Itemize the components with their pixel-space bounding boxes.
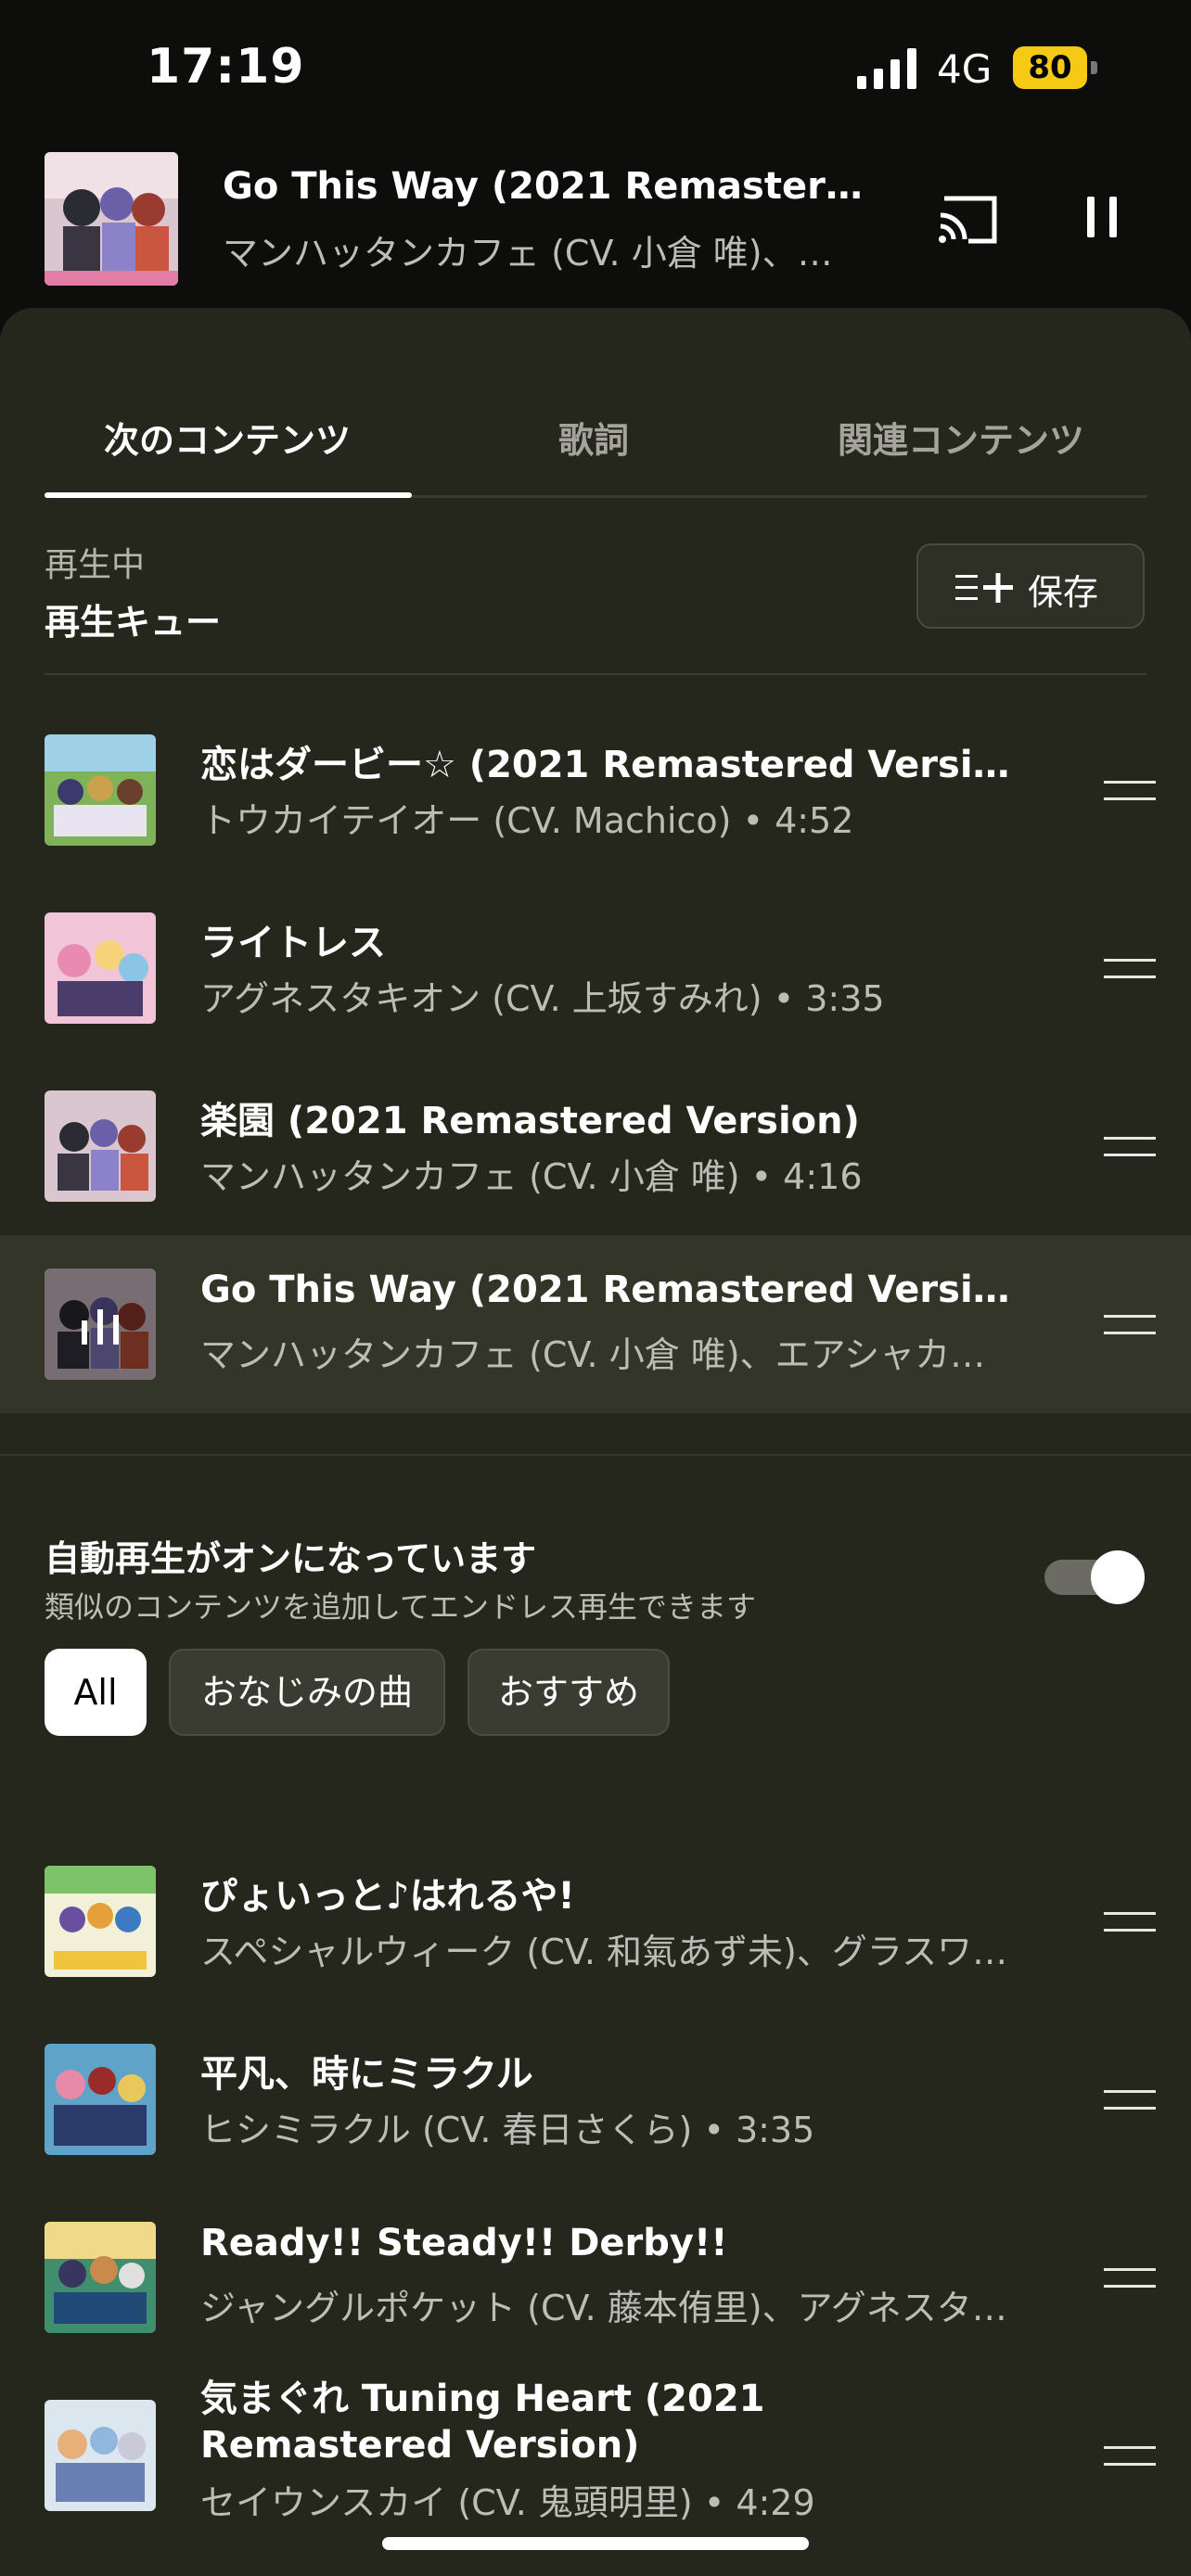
- autoplay-title: 自動再生がオンになっています: [45, 1538, 537, 1579]
- track-artwork: [45, 1090, 156, 1202]
- queue-item[interactable]: 恋はダービー☆ (2021 Remastered Version) トウカイテイ…: [0, 701, 1191, 879]
- drag-handle-icon[interactable]: [1104, 959, 1156, 979]
- track-title: Ready!! Steady!! Derby!!: [200, 2222, 728, 2264]
- track-artwork: [45, 2400, 156, 2511]
- autoplay-toggle[interactable]: [1044, 1550, 1145, 1604]
- queue-title: 再生キュー: [45, 602, 222, 643]
- track-subtitle: アグネスタキオン (CV. 上坂すみれ) • 3:35: [200, 978, 885, 1019]
- track-title: Go This Way (2021 Remastered Version): [200, 1269, 1017, 1311]
- drag-handle-icon[interactable]: [1104, 781, 1156, 801]
- track-title: 恋はダービー☆ (2021 Remastered Version): [200, 744, 1017, 786]
- autoplay-item[interactable]: ぴょいっと♪はれるや! スペシャルウィーク (CV. 和氣あず未)、グラスワンダ…: [0, 1832, 1191, 2010]
- track-subtitle: マンハッタンカフェ (CV. 小倉 唯)、エアシャカール (CV. 津田美波): [200, 1334, 1017, 1375]
- track-subtitle: ヒシミラクル (CV. 春日さくら) • 3:35: [200, 2110, 815, 2150]
- drag-handle-icon[interactable]: [1104, 2268, 1156, 2289]
- autoplay-item[interactable]: 気まぐれ Tuning Heart (2021 Remastered Versi…: [0, 2366, 1191, 2544]
- track-title: ぴょいっと♪はれるや!: [200, 1875, 575, 1918]
- queue-item[interactable]: 楽園 (2021 Remastered Version) マンハッタンカフェ (…: [0, 1057, 1191, 1235]
- chip-familiar[interactable]: おなじみの曲: [169, 1649, 445, 1736]
- pause-button[interactable]: [1083, 197, 1124, 243]
- track-artwork: [45, 1269, 156, 1380]
- chip-recommended[interactable]: おすすめ: [467, 1649, 670, 1736]
- playing-from-label: 再生中: [45, 546, 146, 584]
- battery-level: 80: [1013, 46, 1087, 89]
- track-title: ライトレス: [200, 922, 386, 964]
- status-time: 17:19: [147, 39, 305, 95]
- drag-handle-icon[interactable]: [1104, 1137, 1156, 1157]
- track-title: 楽園 (2021 Remastered Version): [200, 1100, 860, 1142]
- track-subtitle: スペシャルウィーク (CV. 和氣あず未)、グラスワンダー (CV. 前田玲奈): [200, 1932, 1017, 1972]
- track-title: 平凡、時にミラクル: [200, 2053, 533, 2096]
- track-subtitle: ジャングルポケット (CV. 藤本侑里)、アグネスタキオン (CV. 上坂すみれ…: [200, 2288, 1017, 2328]
- battery-icon: 80: [1013, 46, 1098, 91]
- mini-player-artist[interactable]: マンハッタンカフェ (CV. 小倉 唯)、エアシャカール (CV. 津田美波): [223, 224, 863, 275]
- tab-related[interactable]: 関連コンテンツ: [777, 412, 1145, 463]
- track-artwork: [45, 912, 156, 1024]
- add-to-playlist-icon: [955, 573, 1013, 603]
- queue-item-now-playing[interactable]: Go This Way (2021 Remastered Version) マン…: [0, 1235, 1191, 1413]
- queue-divider: [45, 673, 1146, 675]
- track-artwork: [45, 734, 156, 846]
- autoplay-item[interactable]: Ready!! Steady!! Derby!! ジャングルポケット (CV. …: [0, 2188, 1191, 2366]
- track-artwork: [45, 1866, 156, 1977]
- autoplay-divider: [0, 1454, 1191, 1456]
- track-title: 気まぐれ Tuning Heart (2021 Remastered Versi…: [200, 2378, 765, 2467]
- queue-item[interactable]: ライトレス アグネスタキオン (CV. 上坂すみれ) • 3:35: [0, 879, 1191, 1057]
- track-subtitle: セイウンスカイ (CV. 鬼頭明里) • 4:29: [200, 2482, 815, 2523]
- cast-icon[interactable]: [937, 193, 1000, 247]
- track-subtitle: トウカイテイオー (CV. Machico) • 4:52: [200, 800, 854, 841]
- autoplay-subtitle: 類似のコンテンツを追加してエンドレス再生できます: [45, 1589, 757, 1625]
- tab-up-next[interactable]: 次のコンテンツ: [45, 412, 410, 463]
- drag-handle-icon[interactable]: [1104, 1912, 1156, 1932]
- cellular-signal-icon: [857, 48, 916, 89]
- autoplay-item[interactable]: 平凡、時にミラクル ヒシミラクル (CV. 春日さくら) • 3:35: [0, 2010, 1191, 2188]
- tab-selected-indicator: [45, 492, 412, 498]
- save-button-label: 保存: [1028, 572, 1099, 613]
- track-artwork: [45, 2044, 156, 2155]
- equalizer-icon: [82, 1309, 119, 1345]
- mini-player-artwork[interactable]: [45, 152, 178, 286]
- drag-handle-icon[interactable]: [1104, 2090, 1156, 2111]
- chip-all[interactable]: All: [45, 1649, 147, 1736]
- network-type: 4G: [937, 46, 992, 92]
- track-artwork: [45, 2222, 156, 2333]
- drag-handle-icon[interactable]: [1104, 2446, 1156, 2467]
- save-queue-button[interactable]: 保存: [916, 543, 1145, 629]
- tab-lyrics[interactable]: 歌詞: [410, 412, 777, 463]
- track-subtitle: マンハッタンカフェ (CV. 小倉 唯) • 4:16: [200, 1156, 863, 1197]
- mini-player-title[interactable]: Go This Way (2021 Remastered Version): [223, 165, 872, 208]
- home-indicator[interactable]: [382, 2537, 809, 2550]
- drag-handle-icon[interactable]: [1104, 1315, 1156, 1335]
